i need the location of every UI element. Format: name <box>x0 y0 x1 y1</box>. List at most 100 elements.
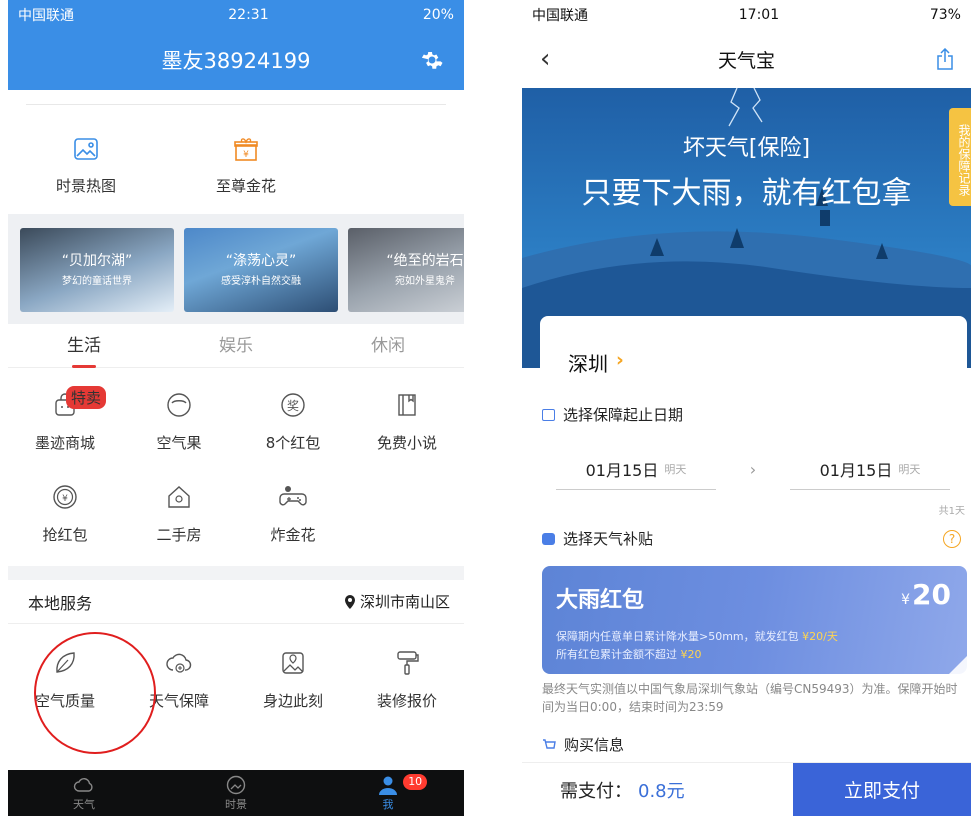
carrier-label: 中国联通 <box>18 8 74 24</box>
local-item-nearby-now[interactable]: 身边此刻 <box>236 624 350 728</box>
pay-bar: 需支付： 0.8元 立即支付 <box>522 762 971 816</box>
leaf-icon <box>56 652 75 673</box>
reward-icon: 奖 <box>281 393 305 417</box>
end-date-tag: 明天 <box>898 462 921 476</box>
city-card[interactable]: 深圳 › <box>540 316 967 386</box>
cloud-icon <box>73 778 93 792</box>
local-item-label: 空气质量 <box>34 692 95 710</box>
pay-now-button[interactable]: 立即支付 <box>793 763 971 816</box>
start-date-picker[interactable]: 01月15日 明天 <box>556 448 716 490</box>
end-date-picker[interactable]: 01月15日 明天 <box>790 448 950 490</box>
disclaimer-text: 最终天气实测值以中国气象局深圳气象站（编号CN59493）为准。保障开始时间为当… <box>542 682 958 714</box>
tab-weather[interactable]: 天气 <box>8 770 160 816</box>
status-bar: 中国联通 22:31 20% <box>8 0 464 30</box>
limit-amount: ¥20 <box>680 648 702 661</box>
grid-item-novel[interactable]: 免费小说 <box>350 368 464 460</box>
section-date-header: 选择保障起止日期 <box>542 404 683 425</box>
tab-label: 我 <box>382 798 394 811</box>
local-item-decoration-quote[interactable]: 装修报价 <box>350 624 464 728</box>
grid-item-label: 免费小说 <box>376 434 437 452</box>
my-records-tab[interactable]: 我的保障记录 <box>949 108 971 206</box>
shortcut-heatmap[interactable]: 时景热图 <box>36 135 136 196</box>
share-icon[interactable] <box>935 48 955 70</box>
price-value: 20 <box>912 578 951 611</box>
amount-value: 0.8元 <box>638 780 685 802</box>
top-shortcuts: 时景热图 ¥ 至尊金花 <box>8 135 464 196</box>
carrier-label: 中国联通 <box>532 8 588 24</box>
notification-badge: 10 <box>403 774 428 790</box>
tab-me[interactable]: 10 我 <box>312 770 464 816</box>
grid-item-shop[interactable]: 特卖 墨迹商城 <box>8 368 122 460</box>
tab-entertainment[interactable]: 娱乐 <box>160 324 312 368</box>
bottom-tab-bar: 天气 时景 10 我 <box>8 770 464 816</box>
grid-item-red-packets[interactable]: 奖 8个红包 <box>236 368 350 460</box>
section-title: 购买信息 <box>564 736 625 754</box>
help-icon[interactable]: ? <box>943 530 961 548</box>
banner-carousel[interactable]: “贝加尔湖” 梦幻的童话世界 “涤荡心灵” 感受淳朴自然交融 “绝至的岩石 宛如… <box>8 214 464 324</box>
grid-item-label: 炸金花 <box>270 526 316 544</box>
packet-limit: 所有红包累计金额不超过 ¥20 <box>556 646 702 662</box>
sale-badge: 特卖 <box>66 386 107 409</box>
local-item-label: 身边此刻 <box>262 692 323 710</box>
packet-rule: 保障期内任意单日累计降水量>50mm，就发红包 ¥20/天 <box>556 628 838 644</box>
card-icon <box>542 532 555 545</box>
arrow-right-icon: › <box>749 459 757 479</box>
back-button[interactable]: ‹ <box>540 44 550 74</box>
battery-label: 73% <box>929 7 961 23</box>
air-fruit-icon <box>167 393 191 417</box>
shortcut-golden-flower[interactable]: ¥ 至尊金花 <box>196 135 296 196</box>
photo-pin-icon <box>282 652 304 674</box>
days-count: 共1天 <box>938 506 965 517</box>
page-title: 墨友38924199 <box>161 49 311 73</box>
profile-header: 墨友38924199 <box>8 30 464 90</box>
service-grid: 特卖 墨迹商城 空气果 奖 8个红包 免费小说 ¥ 抢红包 二手房 炸金花 <box>8 368 464 552</box>
packet-title: 大雨红包 <box>556 588 645 613</box>
tab-label: 时景 <box>225 798 247 811</box>
banner-title: “涤荡心灵” <box>225 253 297 269</box>
banner-title: “绝至的岩石 <box>386 253 464 269</box>
banner-card[interactable]: “贝加尔湖” 梦幻的童话世界 <box>20 228 174 312</box>
section-divider <box>8 566 464 580</box>
banner-card[interactable]: “绝至的岩石 宛如外星鬼斧 <box>348 228 464 312</box>
user-icon <box>379 776 397 795</box>
banner-card[interactable]: “涤荡心灵” 感受淳朴自然交融 <box>184 228 338 312</box>
banner-subtitle: 梦幻的童话世界 <box>62 276 132 287</box>
cart-icon <box>543 738 556 749</box>
house-icon <box>168 486 190 508</box>
tab-label: 天气 <box>73 798 95 811</box>
grid-item-label: 二手房 <box>156 526 202 544</box>
banner-title: “贝加尔湖” <box>61 253 133 269</box>
grid-item-air-fruit[interactable]: 空气果 <box>122 368 236 460</box>
image-icon <box>74 138 98 160</box>
book-icon <box>398 394 416 416</box>
section-title: 选择保障起止日期 <box>563 406 684 424</box>
location-selector[interactable]: 深圳市南山区 <box>344 591 450 612</box>
tab-life[interactable]: 生活 <box>8 324 160 368</box>
right-screen: 中国联通 17:01 73% ‹ 天气宝 坏天气[保险] 只要下大雨，就有红包拿… <box>522 0 971 816</box>
grid-item-poker[interactable]: 炸金花 <box>236 460 350 552</box>
nav-bar: ‹ 天气宝 <box>522 30 971 88</box>
grid-item-grab-packet[interactable]: ¥ 抢红包 <box>8 460 122 552</box>
gear-icon[interactable] <box>420 48 444 72</box>
banner-subtitle: 宛如外星鬼斧 <box>395 276 455 287</box>
local-services-header: 本地服务 深圳市南山区 <box>8 580 464 624</box>
local-item-weather-insurance[interactable]: 天气保障 <box>122 624 236 728</box>
shortcut-label: 至尊金花 <box>215 177 276 195</box>
start-date-value: 01月15日 <box>585 460 659 480</box>
grid-item-second-hand-house[interactable]: 二手房 <box>122 460 236 552</box>
heavy-rain-packet-card[interactable]: 大雨红包 ¥20 保障期内任意单日累计降水量>50mm，就发红包 ¥20/天 所… <box>542 566 967 674</box>
category-tabs: 生活 娱乐 休闲 <box>8 324 464 368</box>
selected-check-icon <box>949 656 967 674</box>
rule-amount: ¥20/天 <box>802 630 838 643</box>
section-title: 选择天气补贴 <box>563 530 654 548</box>
tab-scene[interactable]: 时景 <box>160 770 312 816</box>
local-item-label: 装修报价 <box>376 692 437 710</box>
hero-subtitle: 坏天气[保险] <box>682 136 811 161</box>
tab-leisure[interactable]: 休闲 <box>312 324 464 368</box>
gift-icon: ¥ <box>234 138 258 161</box>
status-bar: 中国联通 17:01 73% <box>522 0 971 30</box>
amount-label: 需支付： <box>560 780 632 802</box>
local-item-air-quality[interactable]: 空气质量 <box>8 624 122 728</box>
shortcut-label: 时景热图 <box>55 177 116 195</box>
coin-icon: ¥ <box>53 485 77 509</box>
